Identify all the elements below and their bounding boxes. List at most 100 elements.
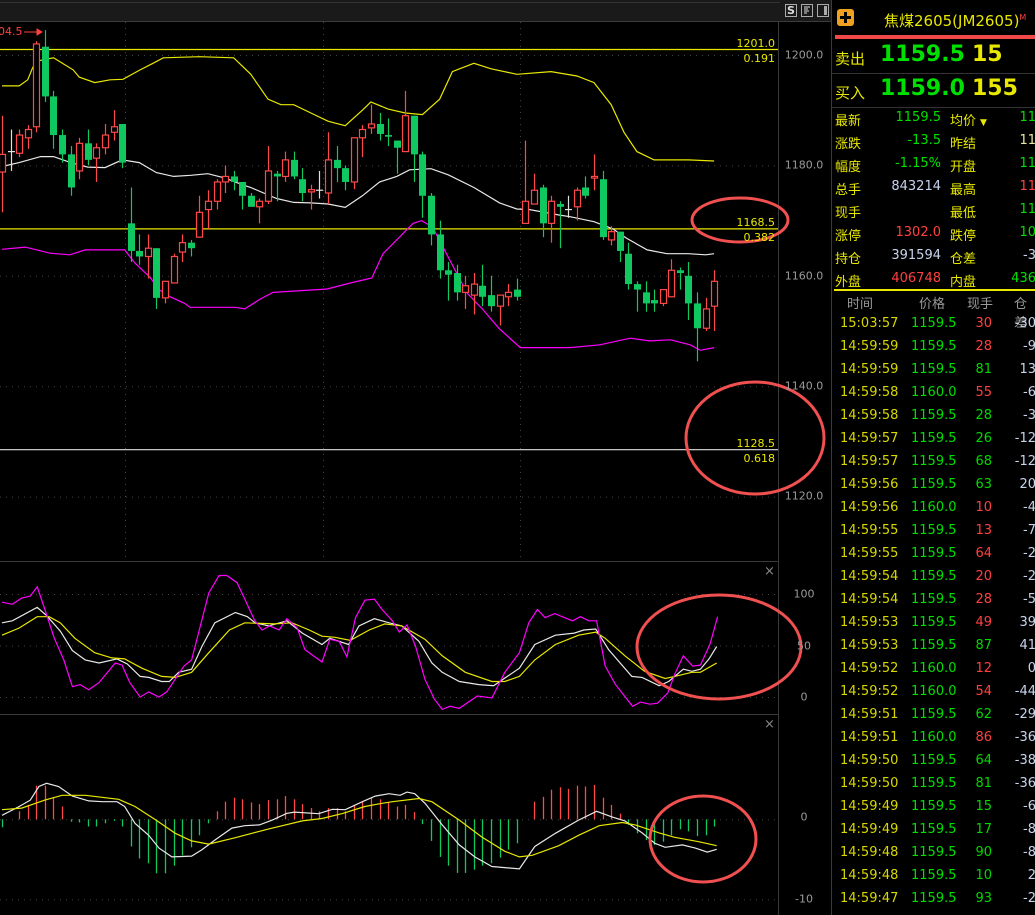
candle (479, 264, 486, 307)
macd-dea-line (1, 794, 717, 858)
close-macd-icon[interactable]: × (764, 718, 775, 731)
stat-label: 最低 (950, 206, 977, 221)
candle-body (667, 269, 676, 298)
candle-body (307, 189, 316, 193)
candle-body (401, 115, 410, 153)
trade-row: 14:59:57 1159.5 68 -12 (832, 450, 1035, 473)
stat-value: 11 (1019, 133, 1035, 148)
stat-row: 涨跌 -13.5 昨结 11 (832, 129, 1035, 152)
candle (68, 146, 75, 196)
candle (367, 104, 376, 134)
bollinger-bands (1, 56, 715, 351)
trade-oi-change: -6 (1023, 385, 1035, 400)
trade-oi-change: 13 (1019, 362, 1035, 377)
candle (32, 41, 41, 133)
trade-time: 14:59:50 (840, 753, 899, 768)
candle-body (470, 283, 479, 296)
stat-label: 外盘 (835, 275, 862, 290)
trade-row: 14:59:47 1159.5 93 -2 (832, 887, 1035, 910)
trade-volume: 13 (975, 523, 992, 538)
candle-body (419, 154, 426, 196)
candle (281, 151, 290, 182)
candle (334, 146, 341, 182)
candle-body (530, 189, 539, 205)
trade-oi-change: -5 (1023, 592, 1035, 607)
stat-label: 开盘 (950, 160, 977, 175)
trade-time: 14:59:54 (840, 569, 899, 584)
candle-body (128, 223, 135, 251)
stat-value: 391594 (891, 248, 941, 263)
candle (178, 234, 187, 262)
add-icon[interactable] (837, 9, 854, 26)
trade-volume: 62 (975, 707, 992, 722)
stat-label: 内盘 (950, 275, 977, 290)
trade-time: 14:59:55 (840, 546, 899, 561)
trade-volume: 28 (975, 408, 992, 423)
stat-label: 最新 (835, 114, 862, 129)
candle (161, 280, 170, 304)
sell-quote: 卖出 1159.5 15 (832, 40, 1035, 74)
trade-price: 1160.0 (911, 730, 957, 745)
stat-row: 现手 最低 11 (832, 198, 1035, 221)
candle-body (24, 128, 33, 139)
trade-volume: 20 (975, 569, 992, 584)
candle (385, 118, 392, 147)
dropdown-triangle-icon[interactable]: ▼ (980, 118, 987, 128)
candle-body (514, 289, 521, 297)
stat-value: 11 (1019, 156, 1035, 171)
candle-body (50, 96, 57, 136)
candle-body (170, 255, 179, 284)
candle-body (264, 170, 273, 202)
kdj-d-line (1, 616, 717, 683)
trade-oi-change: -29 (1014, 707, 1035, 722)
close-kdj-icon[interactable]: × (764, 565, 775, 578)
trade-row: 14:59:49 1159.5 17 -8 (832, 818, 1035, 841)
trade-time: 14:59:52 (840, 684, 899, 699)
candle (445, 262, 452, 301)
candle-body (702, 308, 711, 329)
candle-body (437, 234, 444, 271)
trade-oi-change: -8 (1023, 845, 1035, 860)
candle-body (299, 179, 306, 193)
candle (213, 179, 222, 210)
trade-price: 1159.5 (911, 592, 957, 607)
stat-row: 涨停 1302.0 跌停 10 (832, 221, 1035, 244)
candle (128, 187, 135, 262)
quote-header: 焦煤2605(JM2605)M (832, 4, 1035, 32)
macd-tick: -10 (795, 892, 813, 906)
candle (488, 275, 495, 312)
trade-oi-change: -38 (1014, 753, 1035, 768)
trade-time: 14:59:51 (840, 707, 899, 722)
kdj-tick: 0 (800, 690, 808, 704)
candle (255, 198, 264, 224)
kline-chart[interactable] (0, 0, 831, 915)
trade-oi-change: -8 (1023, 822, 1035, 837)
stat-label: 涨停 (835, 229, 862, 244)
trade-price: 1160.0 (911, 684, 957, 699)
trade-price: 1159.5 (911, 362, 957, 377)
candle-body (59, 135, 66, 155)
candle (24, 125, 33, 149)
candle-body (231, 176, 238, 182)
high-price-marker: 1204.5 (0, 25, 45, 38)
trade-row: 14:59:56 1159.5 63 20 (832, 473, 1035, 496)
candle-body (213, 181, 222, 202)
candle-body (547, 200, 556, 224)
contract-title: 焦煤2605(JM2605)M (884, 12, 1027, 30)
trade-price: 1159.5 (911, 339, 957, 354)
stat-label: 持仓 (835, 252, 862, 267)
candle-body (634, 284, 641, 290)
stat-label: 跌停 (950, 229, 977, 244)
candle-body (710, 280, 719, 307)
stat-row: 幅度 -1.15% 开盘 11 (832, 152, 1035, 175)
trade-price: 1159.5 (911, 799, 957, 814)
candle (411, 115, 418, 182)
trade-row: 14:59:51 1159.5 62 -29 (832, 703, 1035, 726)
candle-body (255, 200, 264, 208)
trade-price: 1159.5 (911, 776, 957, 791)
stat-value: 11 (1019, 179, 1035, 194)
trade-volume: 68 (975, 454, 992, 469)
candle-body (144, 247, 153, 258)
trade-time: 14:59:52 (840, 661, 899, 676)
trade-time: 14:59:59 (840, 339, 899, 354)
